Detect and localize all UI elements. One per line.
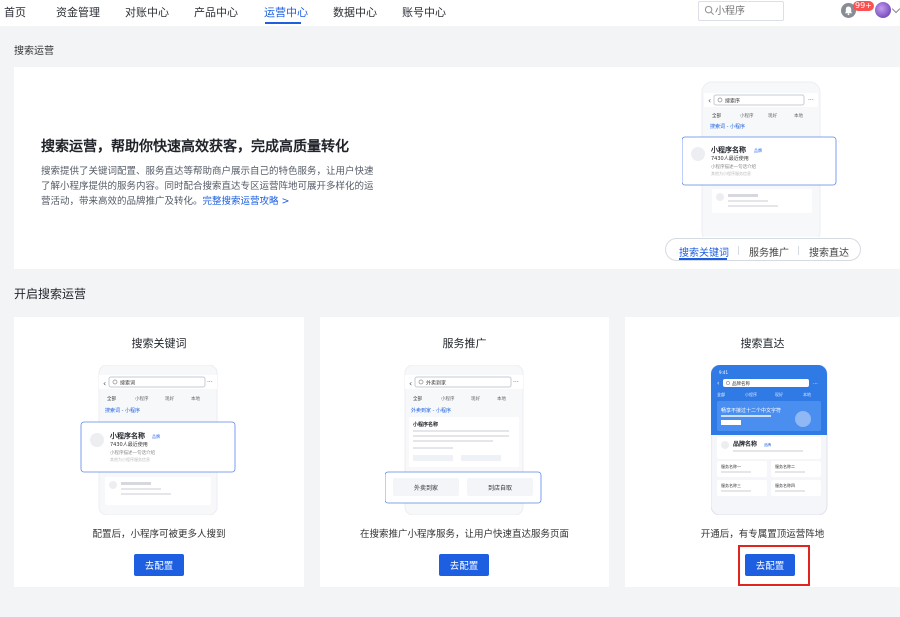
nav-item-products[interactable]: 产品中心 bbox=[194, 4, 238, 20]
nav-item-account[interactable]: 账号中心 bbox=[402, 4, 446, 20]
card3-mockup-service-0: 服务名称一 bbox=[721, 463, 741, 469]
nav-item-data[interactable]: 数据中心 bbox=[333, 4, 377, 20]
card1-mockup-filter-0: 全部 bbox=[107, 395, 116, 402]
card-description: 开通后，有专属置顶运营阵地 bbox=[700, 529, 825, 540]
card2-mockup-search-text: 外卖到家 bbox=[426, 380, 446, 387]
card1-mockup-card-name: 小程序名称 bbox=[109, 431, 145, 440]
card1-mockup-card-desc2: 其他为小程序服务信息 bbox=[110, 456, 150, 462]
card1-mockup-filter-3: 本地 bbox=[191, 395, 200, 402]
hero-mockup-card-tag: 品牌 bbox=[754, 147, 762, 153]
nav-item-reconciliation[interactable]: 对账中心 bbox=[125, 4, 169, 20]
promotion-mockup: ‹ 外卖到家 ··· 全部 小程序 现好 本地 外卖到家 - 小程序 小程序名称… bbox=[385, 365, 542, 515]
card2-mockup-filter-1: 小程序 bbox=[441, 395, 455, 402]
card3-mockup-brand-name: 品牌名称 bbox=[733, 440, 757, 448]
tab-search-keyword[interactable]: 搜索关键词 bbox=[679, 244, 729, 259]
configure-promotion-button[interactable]: 去配置 bbox=[439, 554, 489, 576]
nav-search-box[interactable] bbox=[698, 1, 784, 21]
card1-mockup-section: 搜索词 - 小程序 bbox=[105, 407, 140, 414]
hero-mockup-card-users: 7430人最近使用 bbox=[711, 155, 749, 162]
configure-keyword-button[interactable]: 去配置 bbox=[134, 554, 184, 576]
card1-mockup-filter-1: 小程序 bbox=[135, 395, 149, 402]
svg-text:···: ··· bbox=[808, 97, 814, 104]
card1-mockup-search-text: 搜索词 bbox=[120, 380, 135, 387]
hero-mockup-filter-0: 全部 bbox=[712, 112, 721, 119]
nav-item-home[interactable]: 首页 bbox=[4, 4, 26, 20]
section-title: 开启搜索运营 bbox=[14, 287, 87, 301]
hero-mockup-card-desc2: 其他为小程序服务信息 bbox=[711, 170, 751, 176]
hero-mockup-filter-3: 本地 bbox=[794, 112, 803, 119]
avatar[interactable] bbox=[875, 2, 891, 18]
card2-mockup-filter-3: 本地 bbox=[497, 395, 506, 402]
card-title: 服务推广 bbox=[442, 337, 487, 350]
card3-mockup-service-3: 服务名称四 bbox=[775, 482, 795, 488]
svg-text:‹: ‹ bbox=[103, 379, 106, 388]
nav-item-operations[interactable]: 运营中心 bbox=[264, 4, 308, 20]
card1-mockup-card-desc: 小程序描述一句话介绍 bbox=[110, 449, 155, 456]
svg-text:···: ··· bbox=[207, 379, 213, 386]
notification-badge: 99+ bbox=[853, 1, 874, 11]
svg-text:‹: ‹ bbox=[717, 380, 719, 387]
svg-text:···: ··· bbox=[513, 379, 519, 386]
hero-tab-bar: 搜索关键词 服务推广 搜索直达 bbox=[665, 238, 861, 261]
card2-mockup-chip-0: 外卖到家 bbox=[414, 484, 438, 492]
card-title: 搜索关键词 bbox=[131, 337, 187, 350]
card-description: 在搜索推广小程序服务，让用户快速直达服务页面 bbox=[359, 529, 569, 540]
card3-mockup-filter-3: 本地 bbox=[803, 391, 811, 397]
card3-mockup-search-text: 品牌名称 bbox=[732, 380, 750, 387]
chevron-down-icon[interactable] bbox=[891, 4, 900, 14]
card-description: 配置后，小程序可被更多人搜到 bbox=[92, 529, 226, 540]
card3-mockup-tag: 品牌 bbox=[764, 442, 772, 447]
keyword-mockup: ‹ 搜索词 ··· 全部 小程序 现好 本地 搜索词 - 小程序 小程序名称 品… bbox=[80, 365, 236, 515]
hero-description: 搜索提供了关键词配置、服务直达等帮助商户展示自己的特色服务，让用户快速了解小程序… bbox=[41, 166, 374, 207]
active-nav-indicator bbox=[265, 22, 301, 24]
svg-text:‹: ‹ bbox=[409, 379, 412, 388]
card1-mockup-card-tag: 品牌 bbox=[152, 433, 160, 439]
svg-text:···: ··· bbox=[813, 381, 818, 387]
card3-mockup-service-1: 服务名称二 bbox=[775, 463, 795, 469]
hero-phone-mockup: ‹ 搜索序 ··· 全部 小程序 现好 本地 搜索词 - 小程序 小程序名称 品… bbox=[682, 81, 837, 237]
search-icon bbox=[704, 5, 715, 16]
card2-mockup-card-name: 小程序名称 bbox=[413, 421, 438, 428]
active-tab-indicator bbox=[679, 258, 727, 260]
card-service-promotion: 服务推广 ‹ 外卖到家 ··· 全部 小程序 现好 本地 外卖到家 - 小程序 … bbox=[320, 317, 609, 587]
strategy-guide-link[interactable]: 完整搜索运营攻略 > bbox=[203, 196, 290, 207]
tab-search-direct[interactable]: 搜索直达 bbox=[809, 244, 849, 259]
hero-mockup-search-text: 搜索序 bbox=[725, 98, 740, 105]
svg-text:‹: ‹ bbox=[708, 96, 711, 105]
card3-mockup-service-2: 服务名称三 bbox=[721, 482, 741, 488]
tab-service-promotion[interactable]: 服务推广 bbox=[749, 244, 789, 259]
card2-mockup-filter-0: 全部 bbox=[413, 395, 422, 402]
card1-mockup-filter-2: 现好 bbox=[165, 395, 174, 402]
hero-mockup-card-desc: 小程序描述一句话介绍 bbox=[711, 163, 756, 170]
card2-mockup-filter-2: 现好 bbox=[471, 395, 480, 402]
card3-mockup-filter-0: 全部 bbox=[717, 391, 725, 397]
hero-mockup-filter-1: 小程序 bbox=[740, 112, 754, 119]
hero-title: 搜索运营，帮助你快速高效获客，完成高质量转化 bbox=[41, 139, 349, 155]
svg-text:9:41: 9:41 bbox=[719, 370, 728, 375]
card2-mockup-chip-1: 到店自取 bbox=[488, 484, 512, 492]
tab-divider bbox=[738, 246, 739, 255]
top-nav: 首页 资金管理 对账中心 产品中心 运营中心 数据中心 账号中心 99+ bbox=[0, 0, 900, 26]
direct-mockup: 9:41 ‹ 品牌名称 ··· 全部 小程序 现好 本地 畅享不接过十二个中文字… bbox=[711, 365, 828, 515]
card3-mockup-filter-2: 现好 bbox=[775, 391, 783, 397]
nav-item-funds[interactable]: 资金管理 bbox=[56, 4, 100, 20]
hero-mockup-card-name: 小程序名称 bbox=[710, 145, 746, 154]
tab-divider bbox=[798, 246, 799, 255]
card-search-keyword: 搜索关键词 ‹ 搜索词 ··· 全部 小程序 现好 本地 搜索词 - 小程序 小… bbox=[14, 317, 304, 587]
card1-mockup-card-users: 7430人最近使用 bbox=[110, 441, 148, 448]
card2-mockup-section: 外卖到家 - 小程序 bbox=[411, 407, 451, 414]
card3-mockup-banner: 畅享不接过十二个中文字符 bbox=[721, 407, 781, 414]
page-title: 搜索运营 bbox=[14, 46, 54, 57]
highlight-frame bbox=[738, 545, 810, 586]
search-input[interactable] bbox=[715, 4, 781, 19]
hero-mockup-filter-2: 现好 bbox=[768, 112, 777, 119]
hero-banner: 搜索运营，帮助你快速高效获客，完成高质量转化 搜索提供了关键词配置、服务直达等帮… bbox=[14, 67, 900, 269]
card-title: 搜索直达 bbox=[740, 337, 785, 350]
card3-mockup-filter-1: 小程序 bbox=[745, 391, 757, 397]
hero-mockup-section: 搜索词 - 小程序 bbox=[710, 123, 745, 130]
